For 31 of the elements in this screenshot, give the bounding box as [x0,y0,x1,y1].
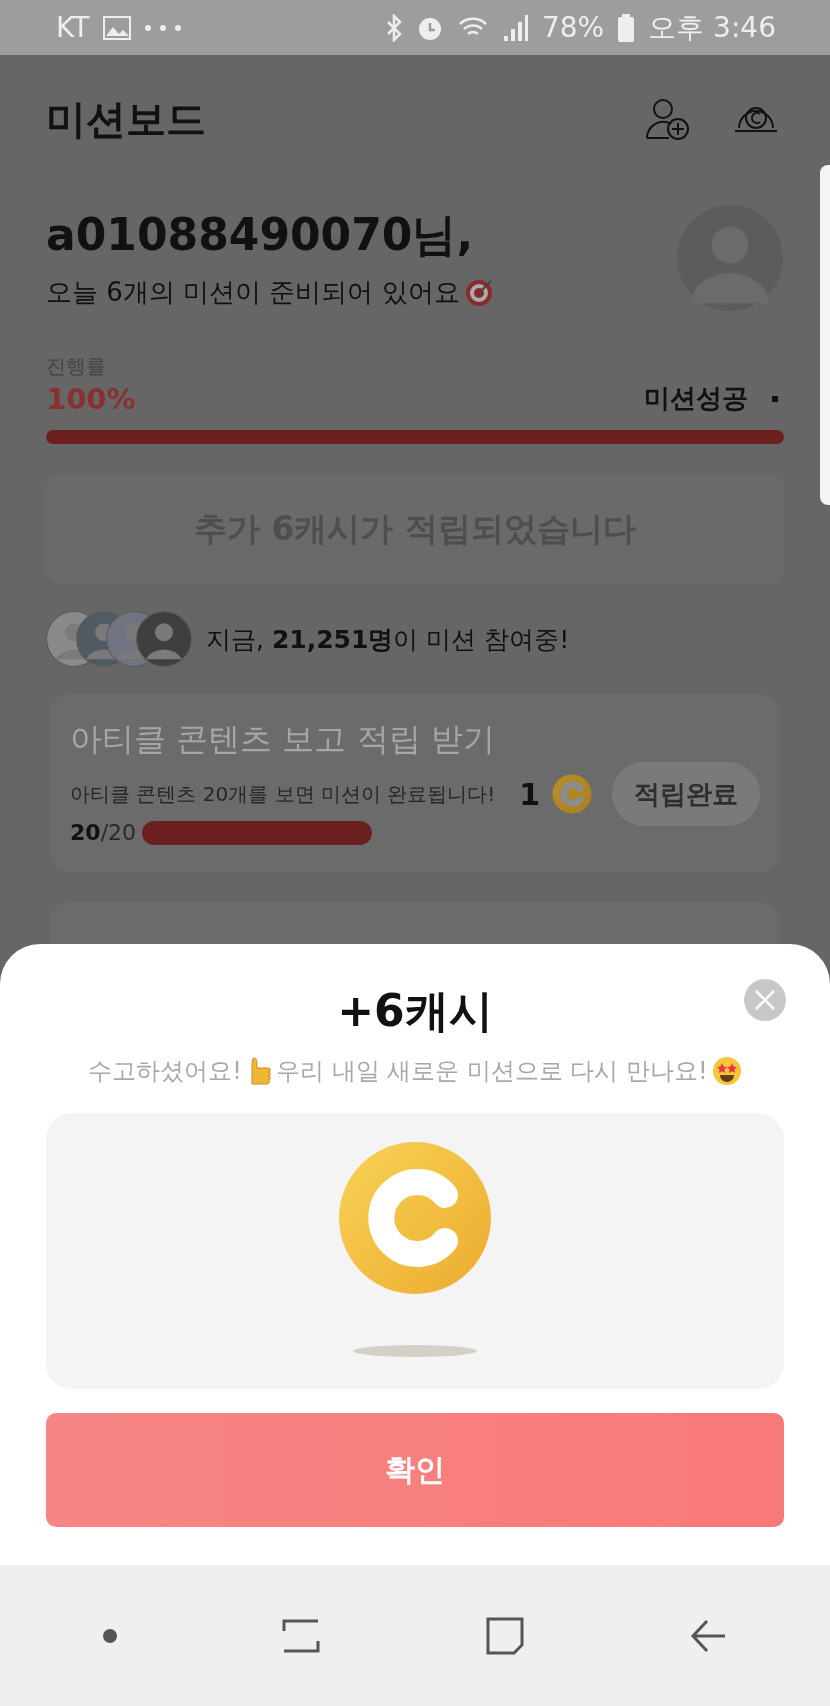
sheet-message: 우리 내일 새로운 미션으로 다시 만나요! [275,1056,708,1087]
confirm-button[interactable]: 확인 [46,1413,784,1527]
mission-title: 아티클 콘텐츠 보고 적립 받기 [70,719,496,760]
mission-count: 20/20 [70,820,137,845]
home-icon[interactable] [485,1616,524,1655]
dot-icon[interactable] [102,1628,117,1643]
mission-status: 미션성공 [644,382,748,415]
star-emoji-icon [711,1056,742,1086]
bluetooth-icon [386,13,402,42]
signal-icon [502,14,528,41]
coin-icon [552,774,592,814]
close-icon [754,989,776,1011]
image-icon [103,15,132,40]
carrier-name: KT [56,11,90,44]
more-icon [145,24,182,31]
mission-description: 아티클 콘텐츠 20개를 보면 미션이 완료됩니다! [70,780,497,808]
scrollbar-handle[interactable] [820,165,830,505]
battery-icon [618,13,635,42]
sheet-title: +6캐시 [337,984,493,1038]
greeting-message: 오늘 6개의 미션이 준비되어 있어요 [46,276,460,309]
participants-text: 지금, 21,251명이 미션 참여중! [206,623,570,656]
add-friend-icon[interactable] [646,98,690,140]
user-greeting: a01088490070님, [46,208,475,262]
page-title: 미션보드 [46,94,207,144]
target-icon [463,277,494,308]
sheet-message: 수고하셨어요! [88,1056,242,1087]
avatar-icon [136,611,192,667]
battery-level: 78% [542,11,605,44]
reward-amount: 1 [519,776,540,812]
claim-button[interactable]: 적립완료 [612,762,760,826]
clock-time: 오후 3:46 [648,9,776,46]
